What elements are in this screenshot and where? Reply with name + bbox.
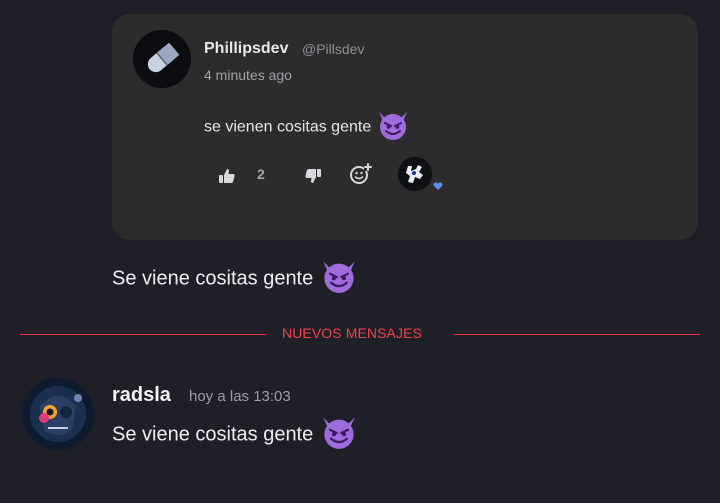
smiling-imp-emoji-icon [319, 414, 359, 456]
post-text: se vienen cositas gente [204, 109, 410, 146]
divider-line-right [454, 334, 700, 335]
heart-icon [432, 179, 444, 197]
reaction-user-avatar[interactable] [398, 157, 432, 191]
message-text-content: Se viene cositas gente [112, 423, 314, 446]
message-timestamp: hoy a las 13:03 [189, 388, 291, 405]
post-timestamp: 4 minutes ago [204, 67, 292, 83]
message-author-name[interactable]: radsla [112, 384, 171, 407]
forwarded-message-text: Se viene cositas gente [112, 267, 314, 290]
post-author-name[interactable]: Phillipsdev [204, 40, 288, 58]
thumbs-down-icon [304, 167, 322, 190]
new-messages-divider: NUEVOS MENSAJES [20, 325, 700, 341]
divider-line-left [20, 334, 266, 335]
dislike-button[interactable] [302, 162, 324, 194]
message-text: Se viene cositas gente [112, 414, 359, 456]
like-button[interactable] [216, 162, 238, 194]
add-reaction-button[interactable] [348, 160, 374, 192]
add-emoji-icon [349, 162, 373, 191]
smiling-imp-emoji-icon [376, 109, 410, 146]
like-count: 2 [257, 166, 265, 182]
post-author-avatar[interactable] [133, 30, 191, 88]
message-author-avatar[interactable] [22, 378, 94, 450]
post-text-content: se vienen cositas gente [204, 118, 372, 136]
smiling-imp-emoji-icon [319, 258, 359, 300]
embedded-post-card[interactable]: Phillipsdev @Pillsdev 4 minutes ago se v… [112, 14, 698, 240]
new-messages-label: NUEVOS MENSAJES [282, 325, 422, 341]
post-author-handle[interactable]: @Pillsdev [302, 41, 364, 57]
forwarded-message: Se viene cositas gente [112, 258, 359, 300]
thumbs-up-icon [218, 167, 236, 190]
